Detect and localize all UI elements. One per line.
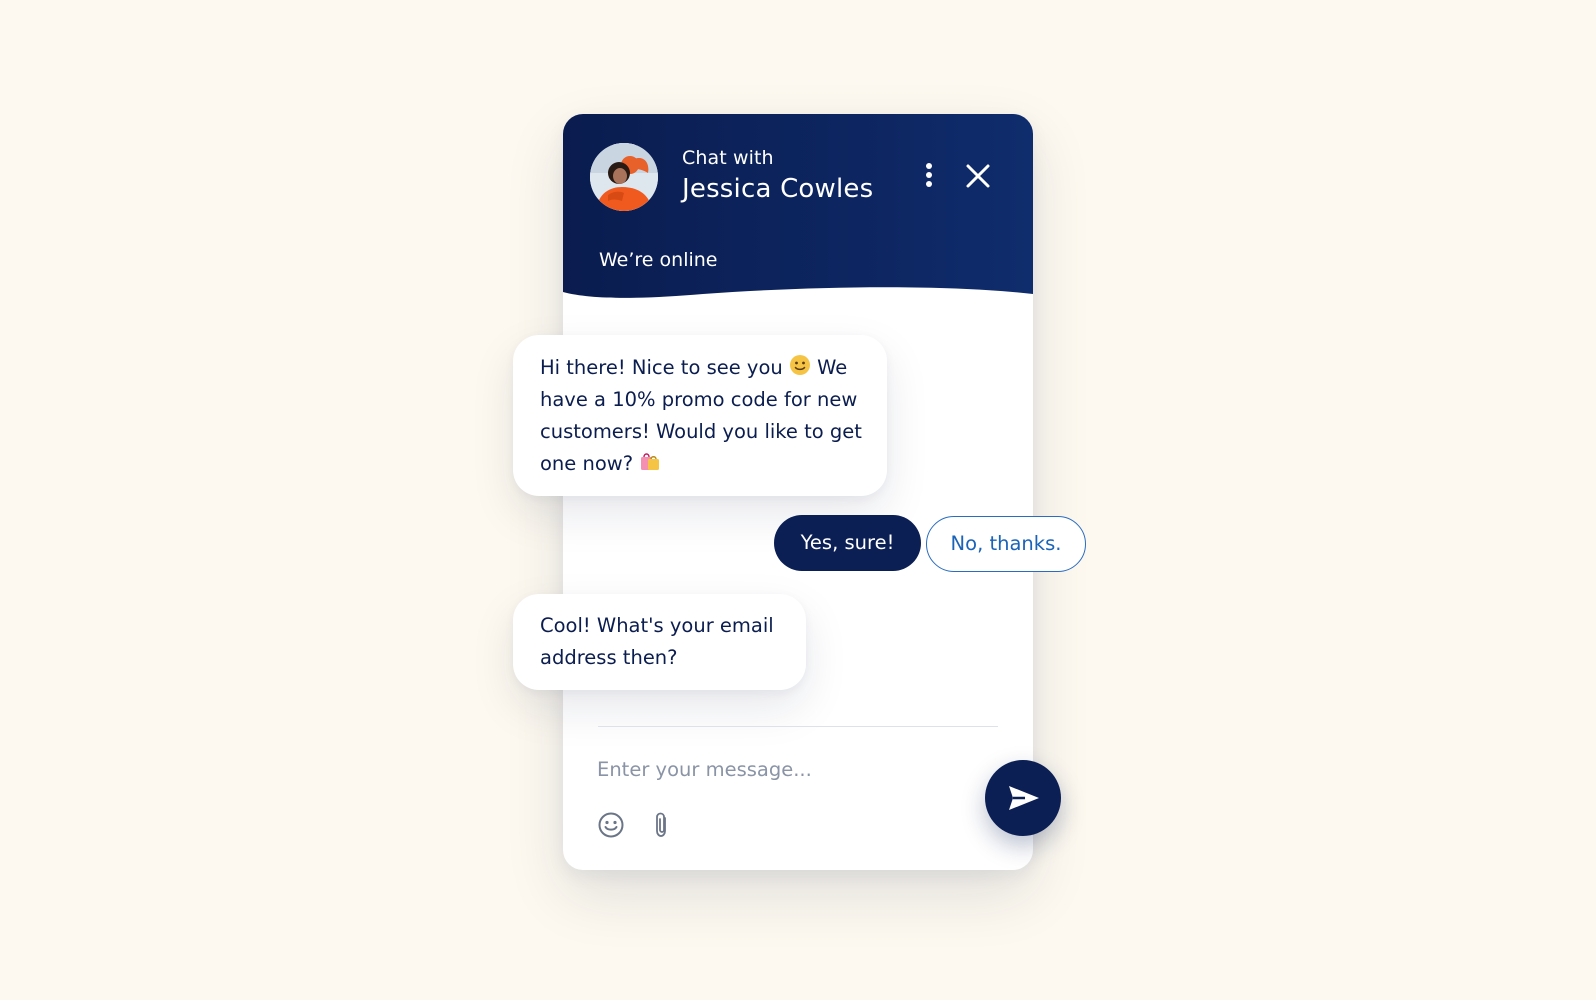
- quick-reply-no-button[interactable]: No, thanks.: [926, 516, 1086, 572]
- chat-header: Chat with Jessica Cowles We’re online: [563, 114, 1033, 314]
- message-text: Hi there! Nice to see you: [540, 356, 783, 379]
- bot-message-bubble: Hi there! Nice to see you We have a 10% …: [513, 335, 887, 496]
- paperclip-icon: [656, 812, 666, 837]
- online-status: We’re online: [599, 249, 718, 271]
- slightly-smiling-face-emoji-icon: [789, 355, 810, 375]
- agent-avatar: [590, 143, 658, 211]
- more-vertical-icon: [926, 163, 932, 187]
- message-text: Cool! What's your email address then?: [540, 614, 774, 669]
- close-chat-button[interactable]: [964, 162, 992, 190]
- send-button[interactable]: [985, 760, 1061, 836]
- agent-name: Jessica Cowles: [682, 174, 874, 204]
- close-icon: [966, 164, 990, 188]
- bot-message-bubble: Cool! What's your email address then?: [513, 594, 806, 690]
- quick-reply-yes-button[interactable]: Yes, sure!: [774, 515, 921, 571]
- emoji-picker-button[interactable]: [597, 811, 625, 839]
- chat-with-label: Chat with: [682, 147, 774, 169]
- page-canvas: Chat with Jessica Cowles We’re online Hi…: [0, 0, 1596, 1000]
- more-options-button[interactable]: [917, 160, 941, 192]
- attach-file-button[interactable]: [651, 810, 673, 840]
- header-titles: Chat with Jessica Cowles: [682, 146, 873, 206]
- composer-divider: [598, 726, 998, 727]
- smiley-icon: [598, 812, 624, 838]
- shopping-bags-emoji-icon: [641, 453, 660, 470]
- message-input[interactable]: [597, 752, 957, 786]
- send-icon: [1009, 786, 1039, 810]
